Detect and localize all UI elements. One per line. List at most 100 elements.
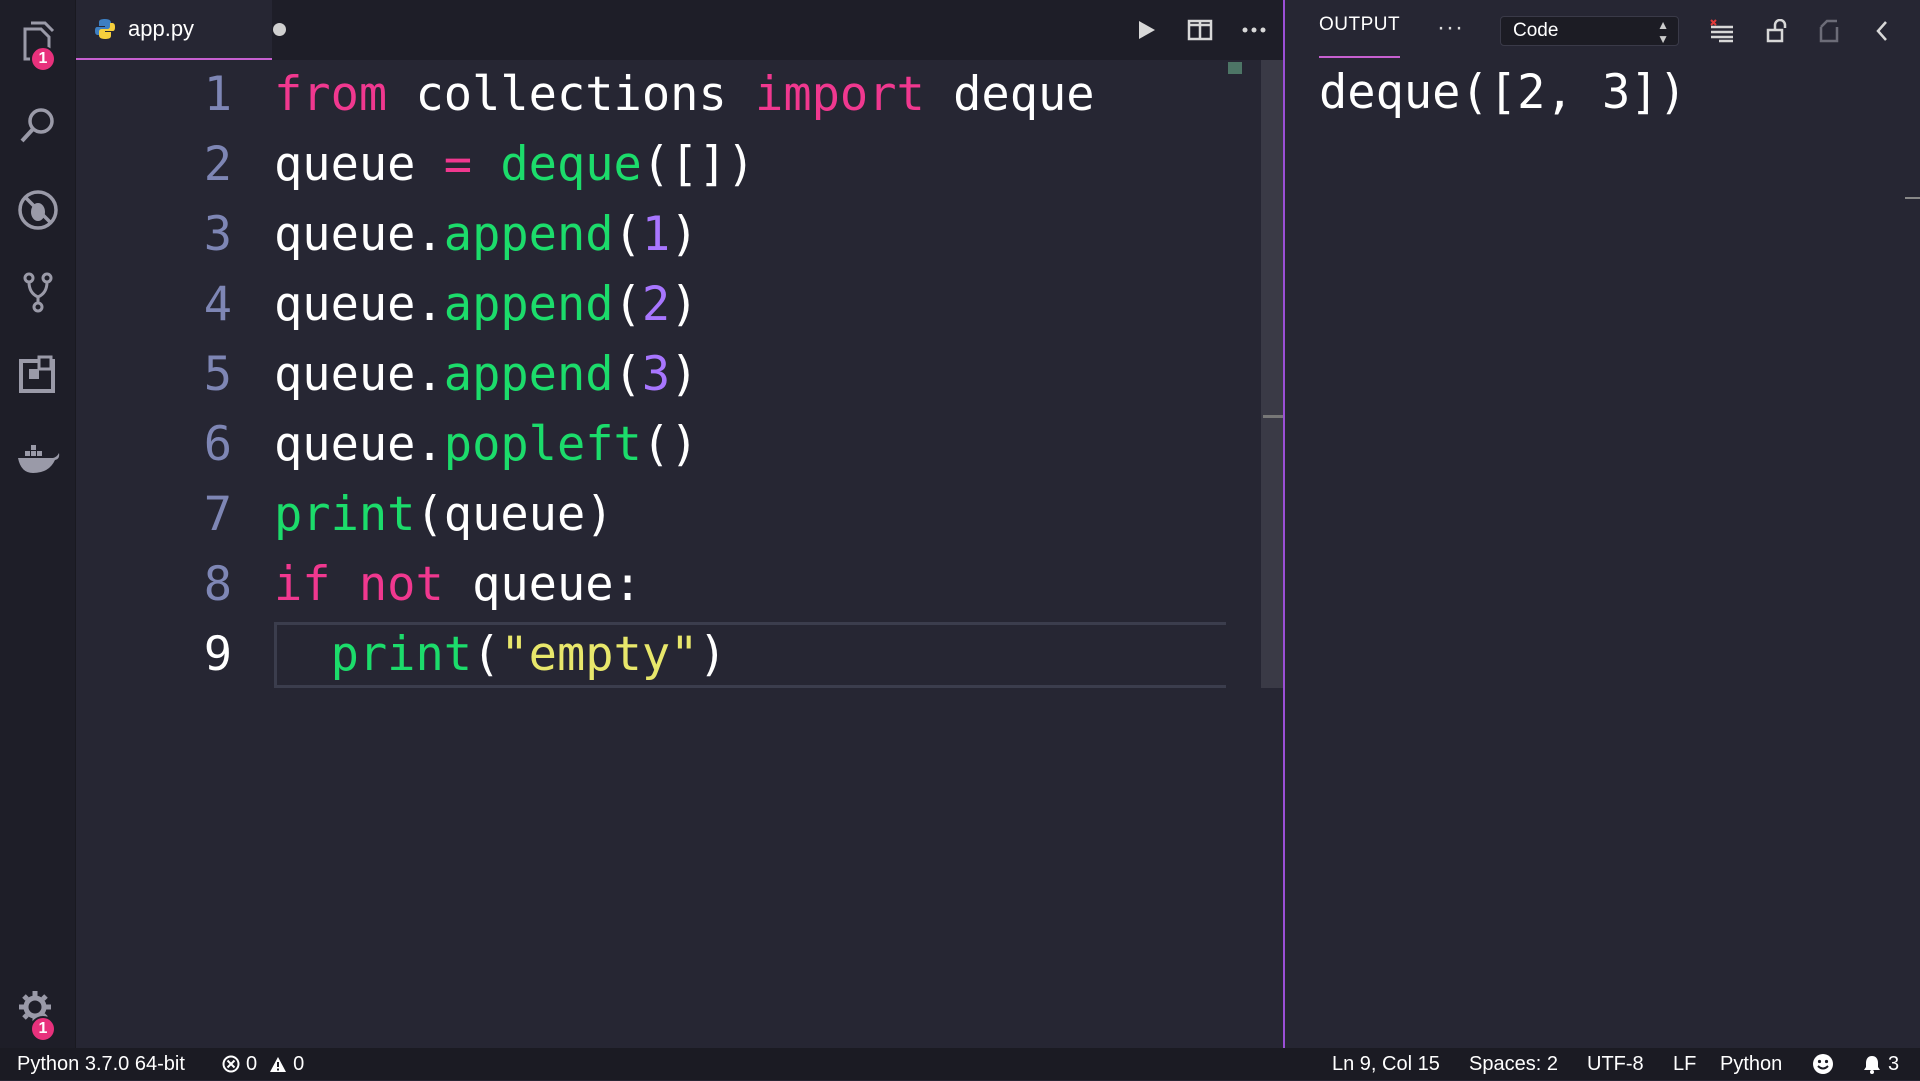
panel-scrollbar[interactable] — [1905, 197, 1920, 199]
tab-output[interactable]: OUTPUT — [1319, 14, 1401, 58]
code-token: deque — [500, 137, 642, 192]
debug-button[interactable] — [0, 180, 75, 240]
code-token: deque — [924, 67, 1095, 122]
panel-header: OUTPUT ··· Code ▲ ▼ — [1285, 0, 1920, 60]
code-line[interactable]: 7 print(queue) — [76, 480, 1226, 550]
code-token: print — [330, 627, 473, 682]
line-number: 4 — [203, 277, 232, 332]
output-channel-select[interactable]: Code ▲ ▼ — [1500, 16, 1679, 46]
chevron-left-icon — [1876, 21, 1887, 41]
code-text: print(queue) — [274, 480, 614, 550]
split-editor-button[interactable] — [1184, 14, 1216, 46]
code-token: collections — [387, 67, 756, 122]
feedback-button[interactable] — [1812, 1048, 1834, 1080]
code-line[interactable]: 3 queue.append(1) — [76, 200, 1226, 270]
code-token: queue — [274, 137, 444, 192]
output-text: deque([2, 3]) — [1319, 65, 1687, 120]
line-number: 7 — [203, 487, 232, 542]
code-token: if — [274, 557, 331, 612]
code-token: append — [443, 277, 614, 332]
code-token: = — [443, 137, 473, 192]
unsaved-dot-icon[interactable] — [273, 23, 286, 36]
manage-button[interactable]: 1 — [0, 980, 75, 1042]
code-text: queue = deque([]) — [274, 130, 755, 200]
no-bug-icon — [17, 190, 58, 230]
line-number: 2 — [203, 137, 232, 192]
search-button[interactable] — [0, 96, 75, 156]
code-token: from — [274, 67, 388, 122]
line-number: 3 — [203, 207, 232, 262]
code-line[interactable]: 4 queue.append(2) — [76, 270, 1226, 340]
code-token: ( — [472, 627, 501, 682]
code-token: 1 — [641, 207, 671, 262]
python-interpreter-status[interactable]: Python 3.7.0 64-bit — [17, 1048, 185, 1080]
code-token: append — [443, 207, 614, 262]
problems-status[interactable]: 0 0 — [222, 1048, 304, 1080]
code-token: "empty" — [500, 627, 699, 682]
explorer-badge: 1 — [30, 46, 56, 72]
encoding-status[interactable]: UTF-8 — [1587, 1048, 1644, 1080]
code-text: print("empty") — [274, 620, 727, 690]
notifications-button[interactable]: 3 — [1862, 1048, 1899, 1080]
warning-count: 0 — [293, 1053, 305, 1075]
code-line[interactable]: 2 queue = deque([]) — [76, 130, 1226, 200]
more-actions-button[interactable] — [1238, 14, 1270, 46]
code-token: queue. — [274, 347, 444, 402]
play-icon — [1139, 21, 1155, 39]
open-log-button[interactable] — [1814, 16, 1844, 46]
tab-app-py[interactable]: app.py — [76, 0, 286, 60]
code-text: queue.append(3) — [274, 340, 698, 410]
code-line[interactable]: 5 queue.append(3) — [76, 340, 1226, 410]
clear-output-button[interactable] — [1707, 16, 1737, 46]
docker-button[interactable] — [0, 430, 75, 490]
code-token: ) — [670, 277, 699, 332]
lock-scroll-button[interactable] — [1762, 16, 1792, 46]
code-line[interactable]: 9 print("empty") — [76, 620, 1226, 690]
explorer-button[interactable]: 1 — [0, 12, 75, 72]
code-editor[interactable]: 1 from collections import deque 2 queue = d… — [76, 60, 1261, 1048]
run-button[interactable] — [1130, 14, 1162, 46]
line-number: 6 — [203, 417, 232, 472]
warning-icon — [270, 1056, 287, 1072]
code-token: ( — [613, 347, 642, 402]
python-file-icon — [95, 19, 115, 39]
open-file-icon — [1819, 19, 1839, 43]
select-arrows-icon: ▲ ▼ — [1657, 18, 1669, 46]
extensions-icon — [18, 355, 55, 393]
editor-scrollbar[interactable] — [1261, 60, 1283, 688]
code-token: queue. — [274, 277, 444, 332]
code-token: queue. — [274, 417, 444, 472]
code-text: if not queue: — [274, 550, 642, 620]
code-token: ([]) — [641, 137, 756, 192]
code-line[interactable]: 1 from collections import deque — [76, 60, 1226, 130]
extensions-button[interactable] — [0, 346, 75, 406]
notification-count: 3 — [1888, 1053, 1900, 1075]
code-text: queue.popleft() — [274, 410, 698, 480]
output-channel-value: Code — [1513, 20, 1559, 41]
smiley-icon — [1813, 1054, 1833, 1074]
language-mode-status[interactable]: Python — [1720, 1048, 1782, 1080]
minimap[interactable] — [1228, 62, 1242, 74]
line-number: 8 — [203, 557, 232, 612]
eol-status[interactable]: LF — [1673, 1048, 1696, 1080]
tab-bar: app.py — [76, 0, 1283, 60]
collapse-panel-button[interactable] — [1867, 16, 1897, 46]
indentation-status[interactable]: Spaces: 2 — [1469, 1048, 1558, 1080]
status-bar: Python 3.7.0 64-bit 0 0 Ln 9, Col 15 Spa… — [0, 1048, 1920, 1080]
code-token: () — [641, 417, 699, 472]
code-line[interactable]: 6 queue.popleft() — [76, 410, 1226, 480]
panel-more-button[interactable]: ··· — [1437, 14, 1464, 42]
cursor-position-status[interactable]: Ln 9, Col 15 — [1332, 1048, 1440, 1080]
split-editor-icon — [1187, 19, 1213, 41]
source-control-button[interactable] — [0, 262, 75, 322]
code-line[interactable]: 8 if not queue: — [76, 550, 1226, 620]
code-token: 2 — [641, 277, 671, 332]
line-number: 5 — [203, 347, 232, 402]
code-token: ) — [670, 347, 699, 402]
code-token: import — [755, 67, 925, 122]
clear-output-icon — [1710, 19, 1733, 43]
line-number: 1 — [203, 67, 232, 122]
code-text: queue.append(1) — [274, 200, 698, 270]
